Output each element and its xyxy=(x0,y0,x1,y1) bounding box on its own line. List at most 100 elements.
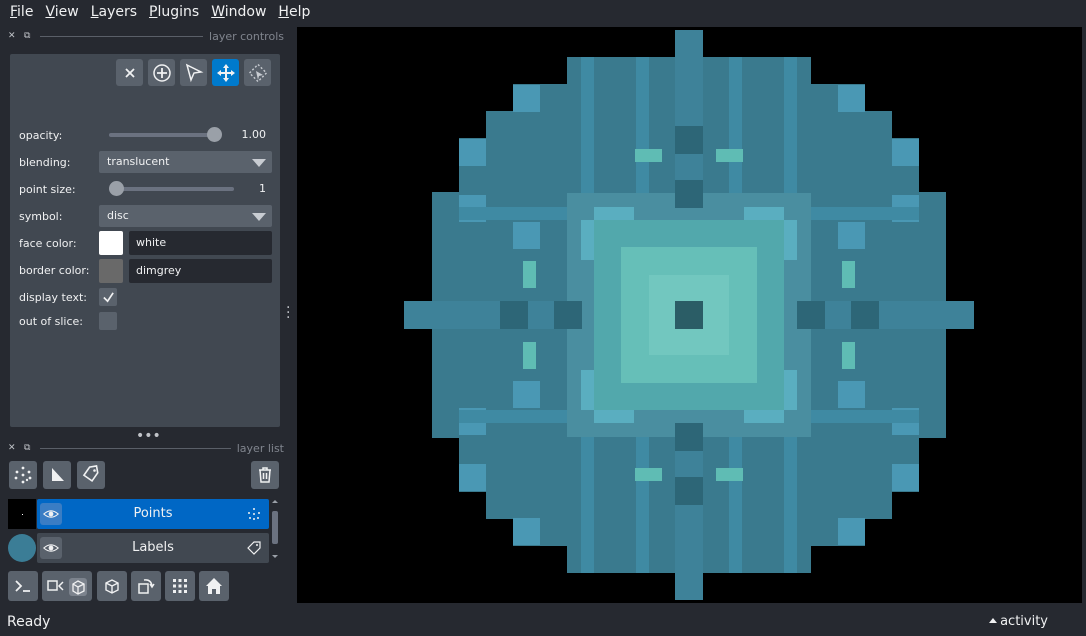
thumbnail-label-disc xyxy=(8,534,36,562)
close-icon xyxy=(124,67,135,78)
label-region xyxy=(594,410,634,423)
ndisplay-button[interactable] xyxy=(42,571,92,601)
label-region xyxy=(513,222,540,249)
label-region xyxy=(459,464,486,491)
title-divider xyxy=(40,35,204,37)
transform-button[interactable] xyxy=(244,59,271,86)
status-bar: Ready activity xyxy=(0,608,1086,636)
viewer-canvas[interactable] xyxy=(297,27,1082,603)
display-text-row: display text: xyxy=(19,286,274,308)
eye-icon xyxy=(43,544,59,552)
label-icon xyxy=(82,465,99,483)
out-of-slice-row: out of slice: xyxy=(19,310,274,332)
dock-resize-handle[interactable]: · · · xyxy=(286,301,290,325)
float-dock-icon[interactable]: ⧉ xyxy=(24,31,40,41)
symbol-dropdown[interactable]: disc xyxy=(99,205,272,227)
label-region xyxy=(838,85,865,112)
delete-points-button[interactable] xyxy=(116,59,143,86)
blending-value: translucent xyxy=(107,155,170,168)
title-divider xyxy=(40,447,231,449)
blending-dropdown[interactable]: translucent xyxy=(99,151,272,173)
visibility-toggle[interactable] xyxy=(40,503,62,525)
opacity-label: opacity: xyxy=(19,128,63,142)
point-size-slider-handle[interactable] xyxy=(109,181,124,196)
home-button[interactable] xyxy=(199,571,229,601)
face-color-label: face color: xyxy=(19,236,77,250)
label-region xyxy=(797,301,825,329)
delete-layer-button[interactable] xyxy=(251,461,279,489)
menu-help[interactable]: Help xyxy=(272,0,316,24)
layer-controls-panel: opacity: 1.00 blending: translucent poin… xyxy=(10,54,280,427)
scrollbar-graphic xyxy=(272,500,278,558)
label-region xyxy=(838,222,865,249)
label-region xyxy=(459,139,486,166)
layer-item-body[interactable]: Points xyxy=(37,499,269,529)
pan-zoom-button[interactable] xyxy=(212,59,239,86)
label-region xyxy=(675,477,703,505)
chevron-down-icon xyxy=(252,159,266,167)
new-shapes-layer-button[interactable] xyxy=(43,461,71,489)
points-icon xyxy=(247,507,261,524)
point-size-slider[interactable] xyxy=(109,181,234,196)
out-of-slice-checkbox[interactable] xyxy=(99,312,117,330)
grid-view-button[interactable] xyxy=(165,571,195,601)
label-region xyxy=(581,220,594,260)
layer-row-labels[interactable]: Labels xyxy=(8,533,269,563)
border-color-swatch[interactable] xyxy=(99,259,123,283)
new-points-layer-button[interactable] xyxy=(9,461,37,489)
left-dock: ✕ ⧉ layer controls opacity: 1.00 blendin… xyxy=(0,27,290,602)
layer-list-scrollbar[interactable] xyxy=(271,498,279,560)
label-region xyxy=(838,381,865,408)
label-icon xyxy=(247,541,261,558)
label-region xyxy=(523,261,536,288)
layer-name: Points xyxy=(133,506,173,521)
menu-file[interactable]: File xyxy=(4,0,39,24)
layer-controls-title: layer controls xyxy=(209,29,284,43)
layer-list-title: layer list xyxy=(236,441,284,455)
symbol-label: symbol: xyxy=(19,209,63,223)
visibility-toggle[interactable] xyxy=(40,537,62,559)
activity-button[interactable]: activity xyxy=(989,614,1048,629)
opacity-slider[interactable] xyxy=(109,127,222,142)
close-dock-icon[interactable]: ✕ xyxy=(8,31,24,41)
transform-icon xyxy=(248,63,267,82)
border-color-label: border color: xyxy=(19,263,90,277)
chevron-down-icon xyxy=(252,213,266,221)
face-color-swatch[interactable] xyxy=(99,231,123,255)
label-region xyxy=(784,370,797,410)
label-region xyxy=(851,301,879,329)
opacity-slider-handle[interactable] xyxy=(207,127,222,142)
activity-label: activity xyxy=(1000,614,1048,629)
label-region xyxy=(744,207,784,220)
pointer-icon xyxy=(185,63,203,82)
menu-window[interactable]: Window xyxy=(205,0,272,24)
label-region xyxy=(675,180,703,208)
layer-controls-titlebar: ✕ ⧉ layer controls xyxy=(8,28,284,44)
close-dock-icon[interactable]: ✕ xyxy=(8,443,24,453)
menu-view[interactable]: View xyxy=(39,0,84,24)
menu-plugins[interactable]: Plugins xyxy=(143,0,205,24)
roll-dimensions-button[interactable] xyxy=(97,571,127,601)
select-points-button[interactable] xyxy=(180,59,207,86)
label-region xyxy=(554,301,582,329)
face-color-input[interactable]: white xyxy=(129,231,272,255)
transpose-icon xyxy=(138,579,155,594)
label-region xyxy=(675,301,703,329)
layer-item-body[interactable]: Labels xyxy=(37,533,269,563)
display-text-label: display text: xyxy=(19,290,87,304)
layer-list-titlebar: ✕ ⧉ layer list xyxy=(8,440,284,456)
point-size-row: point size: 1 xyxy=(19,178,274,200)
transpose-button[interactable] xyxy=(131,571,161,601)
new-labels-layer-button[interactable] xyxy=(77,461,105,489)
label-region xyxy=(744,410,784,423)
menu-layers[interactable]: Layers xyxy=(85,0,143,24)
layer-thumbnail xyxy=(8,533,36,563)
console-button[interactable] xyxy=(8,571,38,601)
add-points-button[interactable] xyxy=(148,59,175,86)
display-text-checkbox[interactable] xyxy=(99,288,117,306)
blending-label: blending: xyxy=(19,155,71,169)
2d-3d-toggle-icon xyxy=(47,578,87,596)
float-dock-icon[interactable]: ⧉ xyxy=(24,443,40,453)
layer-row-points[interactable]: Points xyxy=(8,499,269,529)
border-color-input[interactable]: dimgrey xyxy=(129,259,272,283)
